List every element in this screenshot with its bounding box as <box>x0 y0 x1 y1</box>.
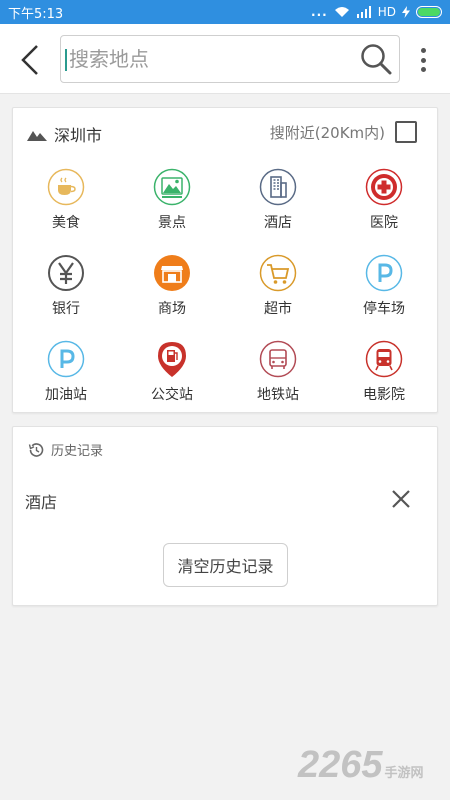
history-clock-icon <box>28 442 44 457</box>
category-header: 深圳市 搜附近(20Km内) <box>13 108 437 158</box>
history-item-text: 酒店 <box>25 493 58 512</box>
building-icon <box>259 168 297 206</box>
more-options-button[interactable] <box>414 46 432 74</box>
watermark-number: 2265 <box>298 744 383 786</box>
gas-pump-pin-icon <box>158 342 186 377</box>
category-label: 医院 <box>370 215 398 231</box>
battery-icon <box>416 6 442 18</box>
city-selector[interactable]: 深圳市 <box>27 122 102 146</box>
category-label: 公交站 <box>151 387 193 403</box>
notification-dots: ... <box>311 5 328 19</box>
category-label: 商场 <box>158 301 186 317</box>
category-bank[interactable]: 银行 <box>13 254 119 326</box>
history-header: 历史记录 <box>27 440 103 459</box>
search-header <box>0 24 450 94</box>
coffee-cup-icon <box>47 168 85 206</box>
parking-icon <box>47 340 85 378</box>
landscape-icon <box>153 168 191 206</box>
shopping-cart-icon <box>259 254 297 292</box>
category-mall[interactable]: 商场 <box>119 254 225 326</box>
category-grid: 美食 景点 酒店 医院 银行 商场 超市 停车场 加油站 公交站 地铁站 电影院 <box>13 168 437 412</box>
yen-icon <box>48 255 84 291</box>
bus-icon <box>259 340 297 378</box>
store-icon <box>154 255 190 291</box>
history-title: 历史记录 <box>51 444 104 459</box>
category-gas-station[interactable]: 加油站 <box>13 340 119 412</box>
status-icons: ... HD <box>311 5 442 19</box>
category-parking[interactable]: 停车场 <box>331 254 437 326</box>
watermark-logo: 2265 手游网 <box>298 744 424 787</box>
category-label: 银行 <box>52 301 80 317</box>
close-icon[interactable] <box>389 487 413 511</box>
category-label: 地铁站 <box>257 387 299 403</box>
category-cinema[interactable]: 电影院 <box>331 340 437 412</box>
nearby-label: 搜附近(20Km内) <box>269 123 385 142</box>
wifi-icon <box>334 7 349 17</box>
category-label: 景点 <box>158 215 186 231</box>
category-label: 停车场 <box>363 301 405 317</box>
signal-icon <box>356 6 371 18</box>
category-label: 超市 <box>264 301 292 317</box>
status-time: 下午5:13 <box>8 6 64 22</box>
more-dot <box>420 57 426 63</box>
category-subway[interactable]: 地铁站 <box>225 340 331 412</box>
category-food[interactable]: 美食 <box>13 168 119 240</box>
network-type: HD <box>377 5 396 19</box>
history-item[interactable]: 酒店 <box>13 479 437 519</box>
category-card: 深圳市 搜附近(20Km内) 美食 景点 酒店 医院 银行 商场 超市 停车场 … <box>12 107 438 413</box>
category-scenic[interactable]: 景点 <box>119 168 225 240</box>
search-input[interactable] <box>69 36 355 82</box>
parking-icon <box>365 254 403 292</box>
category-label: 酒店 <box>264 215 292 231</box>
category-bus-stop[interactable]: 公交站 <box>119 340 225 412</box>
train-icon <box>365 340 403 378</box>
category-label: 加油站 <box>45 387 87 403</box>
nearby-checkbox[interactable] <box>395 121 417 143</box>
status-bar: 下午5:13 ... HD <box>0 0 450 24</box>
search-icon[interactable] <box>359 42 393 76</box>
search-box[interactable] <box>60 35 400 83</box>
category-hotel[interactable]: 酒店 <box>225 168 331 240</box>
more-dot <box>420 48 426 53</box>
charging-icon <box>402 6 410 18</box>
category-hospital[interactable]: 医院 <box>331 168 437 240</box>
text-cursor <box>65 49 67 71</box>
mountain-icon <box>27 131 47 141</box>
city-name: 深圳市 <box>54 126 103 145</box>
nearby-toggle[interactable]: 搜附近(20Km内) <box>270 121 417 143</box>
category-label: 电影院 <box>363 387 405 403</box>
watermark-text: 手游网 <box>384 766 424 781</box>
more-dot <box>420 67 426 72</box>
back-button[interactable] <box>14 44 46 76</box>
category-supermarket[interactable]: 超市 <box>225 254 331 326</box>
medical-cross-icon <box>365 168 403 206</box>
clear-history-button[interactable]: 清空历史记录 <box>163 543 288 587</box>
category-label: 美食 <box>52 215 80 231</box>
history-card: 历史记录 酒店 清空历史记录 <box>12 426 438 606</box>
chevron-left-icon <box>21 45 38 75</box>
